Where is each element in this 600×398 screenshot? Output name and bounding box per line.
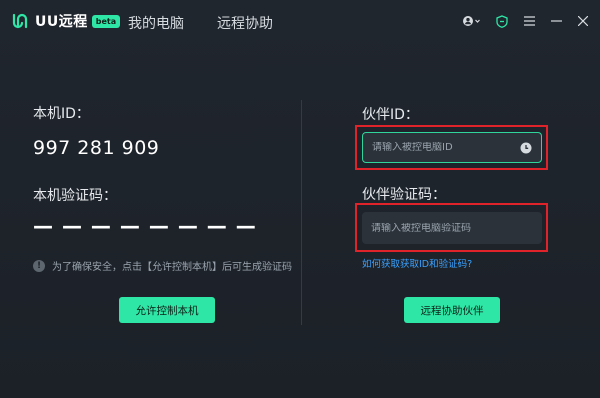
- minimize-icon[interactable]: [549, 14, 563, 28]
- notice-text: 为了确保安全，点击【允许控制本机】后可生成验证码: [52, 262, 292, 273]
- partner-id-field[interactable]: [362, 132, 542, 163]
- user-icon[interactable]: [462, 14, 482, 28]
- uu-logo-icon: [12, 13, 28, 29]
- menu-icon[interactable]: [522, 14, 536, 28]
- local-code-value: — — — — — — — —: [33, 214, 257, 238]
- partner-code-label: 伙伴验证码：: [362, 187, 446, 203]
- local-id-label: 本机ID：: [33, 106, 90, 122]
- title-bar: UU远程 beta 我的电脑 远程协助: [0, 0, 600, 44]
- tab-my-computer[interactable]: 我的电脑: [128, 13, 184, 33]
- app-logo: UU远程 beta: [10, 11, 121, 31]
- shield-icon[interactable]: [495, 14, 509, 28]
- remote-assist-button[interactable]: 远程协助伙伴: [404, 297, 500, 323]
- security-notice: ! 为了确保安全，点击【允许控制本机】后可生成验证码: [33, 258, 292, 273]
- close-icon[interactable]: [576, 14, 590, 28]
- titlebar-controls: [462, 14, 590, 28]
- partner-code-input[interactable]: [371, 222, 511, 234]
- allow-control-button[interactable]: 允许控制本机: [119, 297, 215, 323]
- beta-badge: beta: [91, 14, 121, 28]
- panel-divider: [301, 100, 302, 325]
- partner-id-label: 伙伴ID：: [362, 107, 419, 123]
- partner-id-input[interactable]: [372, 142, 512, 153]
- partner-code-field[interactable]: [362, 212, 542, 244]
- local-code-label: 本机验证码：: [33, 188, 117, 204]
- local-id-value: 997 281 909: [33, 137, 160, 159]
- app-name: UU远程: [35, 14, 88, 30]
- help-link[interactable]: 如何获取获取ID和验证码?: [362, 256, 472, 270]
- tab-remote-assist[interactable]: 远程协助: [217, 13, 273, 33]
- history-icon[interactable]: [520, 142, 532, 154]
- info-icon: !: [33, 259, 45, 272]
